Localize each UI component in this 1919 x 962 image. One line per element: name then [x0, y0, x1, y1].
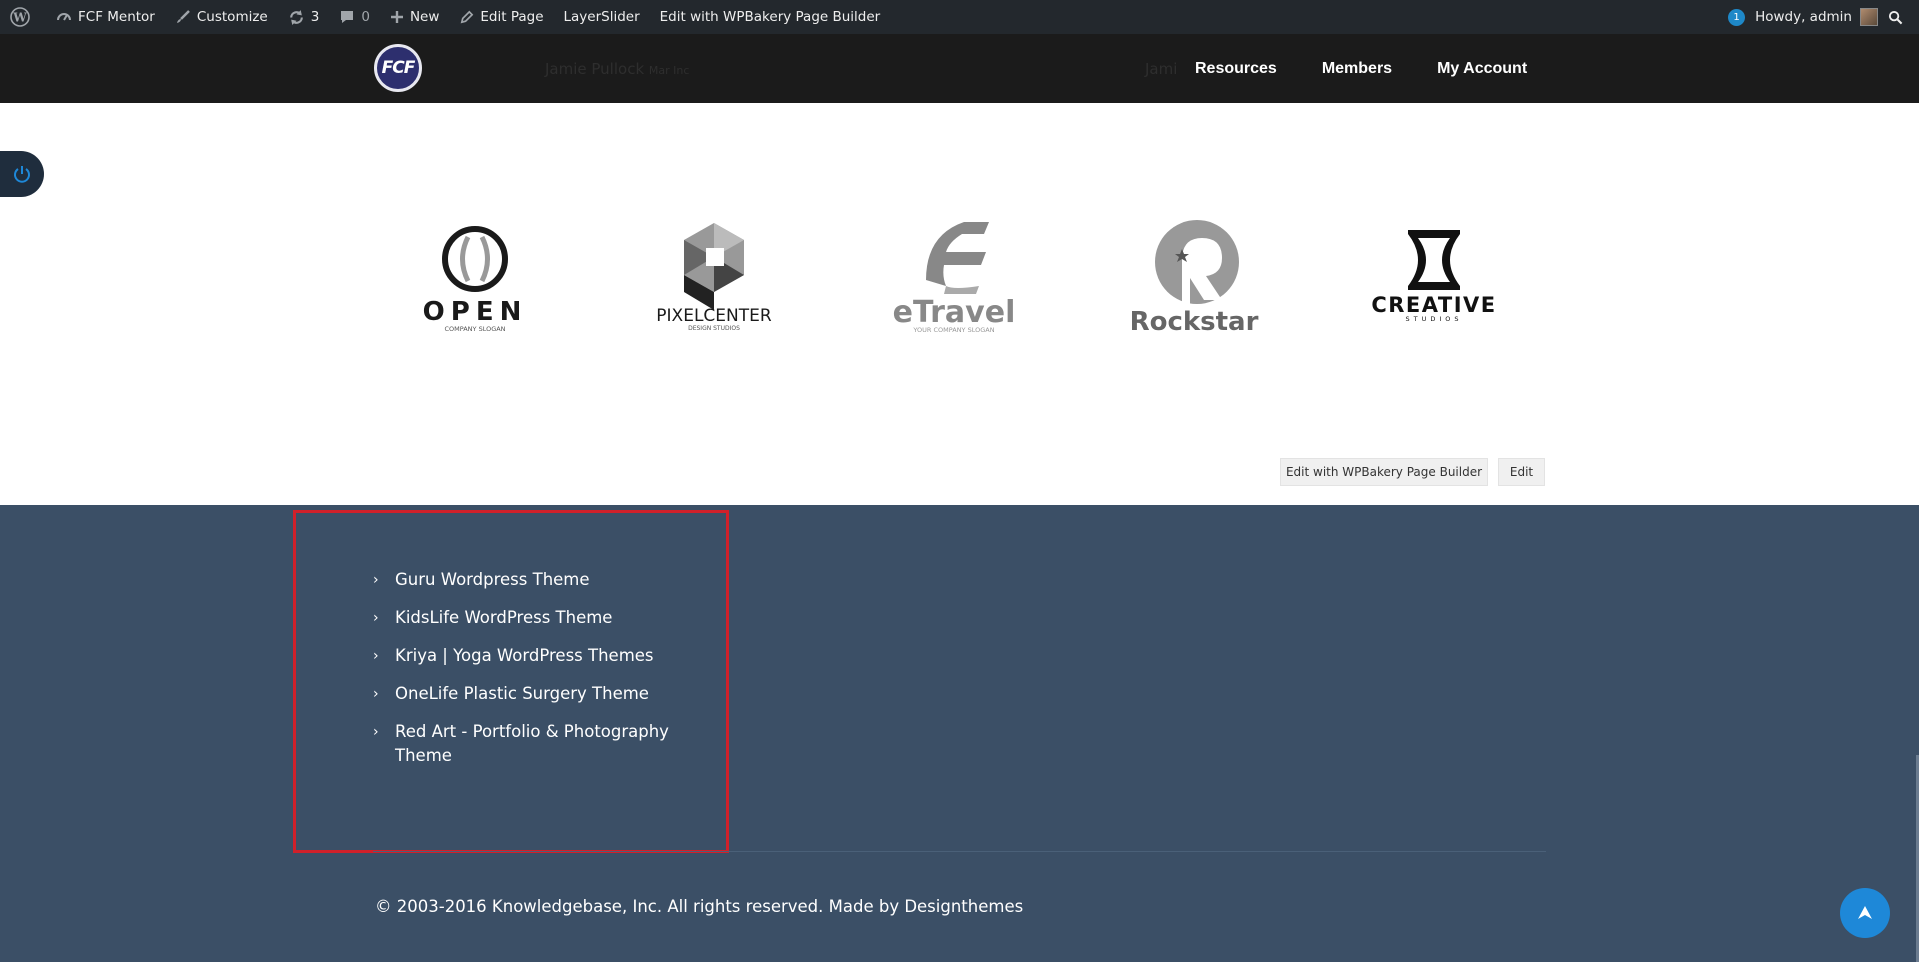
- brush-icon: [176, 10, 190, 23]
- ghost-text-left: Jamie Pullock Mar Inc: [545, 60, 689, 78]
- chevron-right-icon: ›: [373, 572, 379, 588]
- logo-etravel-tagline: YOUR COMPANY SLOGAN: [912, 326, 994, 334]
- footer-divider: [373, 851, 1546, 852]
- edit-wpbakery-button[interactable]: Edit with WPBakery Page Builder: [1280, 458, 1488, 486]
- site-name-label: FCF Mentor: [78, 9, 155, 25]
- logo-open-tagline: COMPANY SLOGAN: [444, 325, 505, 333]
- edit-page-link[interactable]: Edit Page: [449, 0, 553, 34]
- customize-label: Customize: [196, 9, 268, 25]
- edit-wpbakery-label: Edit with WPBakery Page Builder: [659, 9, 881, 25]
- logo-creative-name: CREATIVE: [1371, 293, 1496, 317]
- site-logo[interactable]: FCF: [374, 44, 422, 92]
- new-content-link[interactable]: New: [380, 0, 449, 34]
- nav-item-members[interactable]: Members: [1322, 60, 1392, 78]
- refresh-icon: [289, 9, 303, 25]
- client-logo-rockstar: Rockstar: [1124, 220, 1264, 340]
- footer-link[interactable]: › Red Art - Portfolio & Photography Theme: [373, 720, 673, 768]
- footer-link-label: Red Art - Portfolio & Photography Theme: [395, 722, 669, 765]
- footer-link[interactable]: › OneLife Plastic Surgery Theme: [373, 682, 673, 706]
- logo-pixelcenter-tagline: DESIGN STUDIOS: [688, 325, 740, 332]
- edit-button[interactable]: Edit: [1498, 458, 1545, 486]
- admin-bar: W FCF Mentor Customize 3 0 New Edit Page…: [0, 0, 1919, 34]
- edit-wpbakery-link[interactable]: Edit with WPBakery Page Builder: [650, 0, 891, 34]
- customize-link[interactable]: Customize: [165, 0, 278, 34]
- copyright-text: © 2003-2016 Knowledgebase, Inc. All righ…: [375, 897, 1024, 916]
- updates-count: 3: [310, 9, 320, 25]
- ghost-text-left-small: Mar Inc: [648, 64, 690, 77]
- comments-count: 0: [361, 9, 370, 25]
- chevron-right-icon: ›: [373, 610, 379, 626]
- logo-rockstar-name: Rockstar: [1130, 307, 1259, 337]
- power-toggle-button[interactable]: [0, 151, 44, 197]
- layerslider-link[interactable]: LayerSlider: [554, 0, 650, 34]
- site-footer: [0, 505, 1919, 962]
- footer-links-list: › Guru Wordpress Theme › KidsLife WordPres…: [373, 568, 673, 782]
- footer-link[interactable]: › Guru Wordpress Theme: [373, 568, 673, 592]
- client-logo-pixelcenter: PIXELCENTER DESIGN STUDIOS: [644, 220, 784, 340]
- avatar: [1860, 8, 1878, 26]
- chevron-right-icon: ›: [373, 686, 379, 702]
- back-to-top-button[interactable]: [1840, 888, 1890, 938]
- account-menu[interactable]: Howdy, admin: [1755, 0, 1878, 34]
- power-icon: [14, 166, 30, 183]
- logo-open-name: OPEN: [423, 297, 528, 327]
- comments-link[interactable]: 0: [329, 0, 380, 34]
- dashboard-icon: [57, 13, 71, 21]
- howdy-label: Howdy, admin: [1755, 9, 1852, 25]
- notification-badge[interactable]: 1: [1728, 8, 1746, 26]
- updates-link[interactable]: 3: [278, 0, 330, 34]
- ghost-text-left-main: Jamie Pullock: [545, 60, 645, 78]
- logo-etravel-name: eTravel: [893, 295, 1016, 330]
- chevron-right-icon: ›: [373, 724, 379, 740]
- edit-page-label: Edit Page: [480, 9, 544, 25]
- main-nav: Resources Members My Account: [1195, 34, 1527, 103]
- ghost-text-right: Jami: [1145, 60, 1178, 78]
- client-logo-etravel: eTravel YOUR COMPANY SLOGAN: [884, 220, 1024, 340]
- site-name-link[interactable]: FCF Mentor: [46, 0, 165, 34]
- new-label: New: [409, 9, 440, 25]
- arrow-up-icon: [1858, 906, 1872, 919]
- site-header: FCF Jamie Pullock Mar Inc Jami: [0, 34, 1919, 103]
- footer-link[interactable]: › KidsLife WordPress Theme: [373, 606, 673, 630]
- chevron-right-icon: ›: [373, 648, 379, 664]
- logo-pixelcenter-name: PIXELCENTER: [656, 306, 772, 326]
- wordpress-logo-icon[interactable]: W: [0, 0, 46, 34]
- pencil-icon: [461, 10, 474, 23]
- footer-link-label: Kriya | Yoga WordPress Themes: [395, 646, 654, 665]
- client-logo-open: OPEN COMPANY SLOGAN: [405, 220, 545, 340]
- logo-creative-tagline: STUDIOS: [1405, 315, 1462, 323]
- client-logo-creative: CREATIVE STUDIOS: [1364, 220, 1504, 340]
- footer-link-label: KidsLife WordPress Theme: [395, 608, 613, 627]
- svg-text:W: W: [12, 11, 27, 25]
- nav-item-resources[interactable]: Resources: [1195, 60, 1277, 78]
- footer-link-label: OneLife Plastic Surgery Theme: [395, 684, 649, 703]
- search-icon[interactable]: [1878, 0, 1919, 34]
- layerslider-label: LayerSlider: [563, 9, 640, 25]
- comment-icon: [341, 11, 354, 23]
- plus-icon: [390, 11, 403, 23]
- footer-link[interactable]: › Kriya | Yoga WordPress Themes: [373, 644, 673, 668]
- footer-link-label: Guru Wordpress Theme: [395, 570, 590, 589]
- nav-item-my-account[interactable]: My Account: [1437, 60, 1527, 78]
